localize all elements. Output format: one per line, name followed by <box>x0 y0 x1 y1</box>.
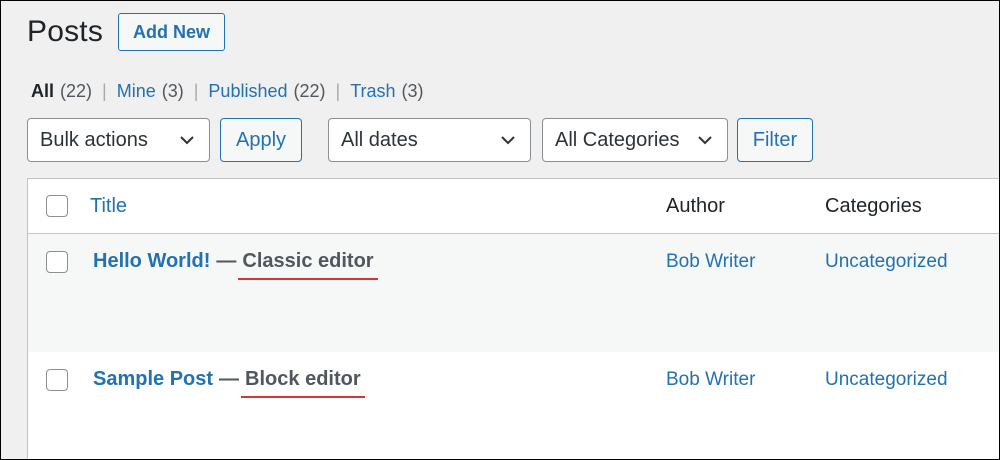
column-author: Author <box>666 195 725 217</box>
post-title-link[interactable]: Hello World! <box>93 250 210 272</box>
title-dash: — <box>216 250 237 272</box>
category-link[interactable]: Uncategorized <box>825 369 948 391</box>
annotation-underline <box>241 396 365 398</box>
filter-mine-link[interactable]: Mine <box>117 81 156 102</box>
row-checkbox[interactable] <box>46 369 68 391</box>
chevron-down-icon <box>501 136 515 145</box>
status-filters: All (22) | Mine (3) | Published (22) | T… <box>31 81 424 102</box>
add-new-button[interactable]: Add New <box>118 13 225 51</box>
dates-select[interactable]: All dates <box>328 118 531 162</box>
categories-value: All Categories <box>555 128 680 151</box>
author-link[interactable]: Bob Writer <box>666 251 755 273</box>
posts-table: Title Author Categories Hello World! — Cla… <box>27 178 999 459</box>
post-state-label: Classic editor <box>242 250 374 272</box>
post-state-label: Block editor <box>245 368 361 390</box>
page-title: Posts <box>27 15 104 48</box>
select-all-checkbox[interactable] <box>46 195 68 217</box>
filter-separator: | <box>102 81 107 101</box>
table-row: Hello World! — Classic editor Bob Writer U… <box>28 234 999 352</box>
title-dash: — <box>219 368 240 390</box>
filter-all-count: (22) <box>60 81 93 101</box>
filter-trash-link[interactable]: Trash <box>350 81 395 102</box>
table-row: Sample Post — Block editor Bob Writer Unca… <box>28 352 999 459</box>
post-title-cell: Sample Post — Block editor <box>93 368 365 398</box>
chevron-down-icon <box>180 136 194 145</box>
column-categories: Categories <box>825 195 922 217</box>
filter-separator: | <box>335 81 341 101</box>
annotation-underline <box>238 278 378 280</box>
filter-mine-count: (3) <box>161 81 184 101</box>
filter-all-link[interactable]: All <box>31 81 54 102</box>
post-title-link[interactable]: Sample Post <box>93 368 213 390</box>
bulk-actions-select[interactable]: Bulk actions <box>27 118 210 162</box>
table-header: Title Author Categories <box>28 179 999 234</box>
filter-published-count: (22) <box>293 81 326 101</box>
categories-select[interactable]: All Categories <box>542 118 728 162</box>
filter-separator: | <box>193 81 199 101</box>
filter-trash-count: (3) <box>401 81 424 101</box>
post-state: Classic editor <box>238 250 378 280</box>
column-title[interactable]: Title <box>90 195 127 218</box>
post-state: Block editor <box>241 368 365 398</box>
filter-published-link[interactable]: Published <box>208 81 287 102</box>
row-checkbox[interactable] <box>46 251 68 273</box>
dates-value: All dates <box>341 128 418 151</box>
filter-button[interactable]: Filter <box>737 118 813 162</box>
posts-screen: Posts Add New All (22) | Mine (3) | Publ… <box>0 0 1000 460</box>
author-link[interactable]: Bob Writer <box>666 369 755 391</box>
post-title-cell: Hello World! — Classic editor <box>93 250 378 280</box>
apply-button[interactable]: Apply <box>220 118 302 162</box>
bulk-actions-value: Bulk actions <box>40 128 148 151</box>
category-link[interactable]: Uncategorized <box>825 251 948 273</box>
chevron-down-icon <box>698 136 712 145</box>
